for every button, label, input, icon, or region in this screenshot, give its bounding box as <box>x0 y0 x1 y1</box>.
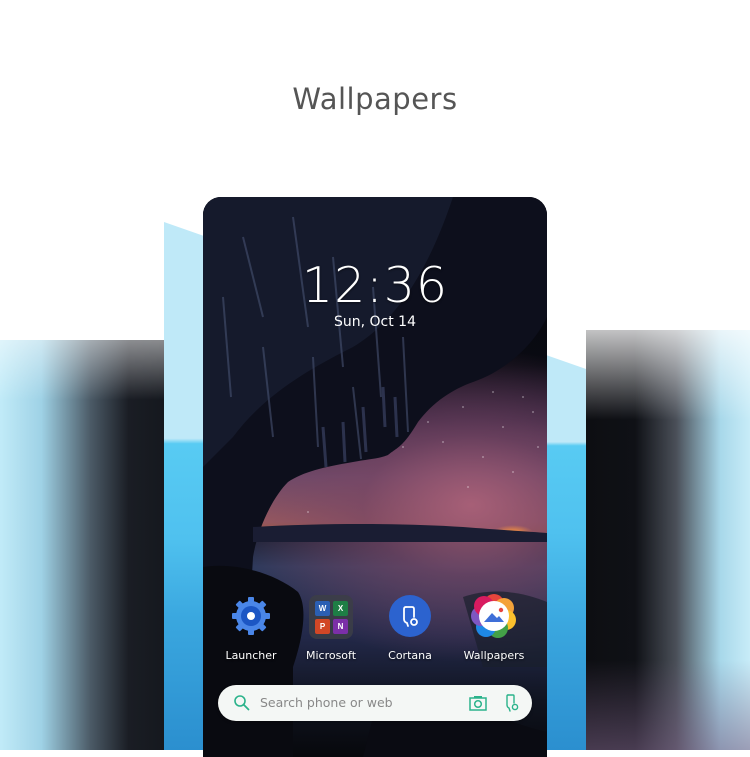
onenote-icon: N <box>333 619 348 634</box>
decor-band-left <box>164 222 204 750</box>
dock-label: Wallpapers <box>463 649 525 662</box>
page-title: Wallpapers <box>292 82 458 116</box>
dock-app-cortana[interactable]: Cortana <box>370 595 450 662</box>
word-icon: W <box>315 601 330 616</box>
dock-label: Microsoft <box>305 649 357 662</box>
excel-icon: X <box>333 601 348 616</box>
powerpoint-icon: P <box>315 619 330 634</box>
backdrop-fade-left <box>0 280 165 400</box>
backdrop-fade-right <box>586 300 750 420</box>
phone-screen: 12:36 Sun, Oct 14 Launcher W X P N Micro… <box>203 197 547 757</box>
backdrop-blur-left <box>0 340 165 750</box>
backdrop-tint-right <box>586 660 750 750</box>
search-input[interactable]: Search phone or web <box>260 695 393 710</box>
camera-icon[interactable] <box>469 695 487 716</box>
wallpapers-icon <box>471 593 517 639</box>
dock-app-launcher[interactable]: Launcher <box>211 595 291 662</box>
cortana-mic-icon[interactable] <box>504 693 520 718</box>
lockscreen-date: Sun, Oct 14 <box>333 314 416 330</box>
dock-label: Launcher <box>225 649 277 662</box>
dock-label: Cortana <box>388 649 432 662</box>
search-icon <box>233 694 251 717</box>
dock-folder-microsoft[interactable]: W X P N Microsoft <box>291 595 371 662</box>
decor-band-right <box>546 355 586 750</box>
folder-icon: W X P N <box>309 595 353 639</box>
dock-app-wallpapers[interactable]: Wallpapers <box>454 593 534 662</box>
lockscreen-time: 12:36 <box>301 257 449 314</box>
search-bar[interactable]: Search phone or web <box>218 685 532 721</box>
gear-icon <box>230 595 272 637</box>
cortana-icon <box>389 595 431 637</box>
